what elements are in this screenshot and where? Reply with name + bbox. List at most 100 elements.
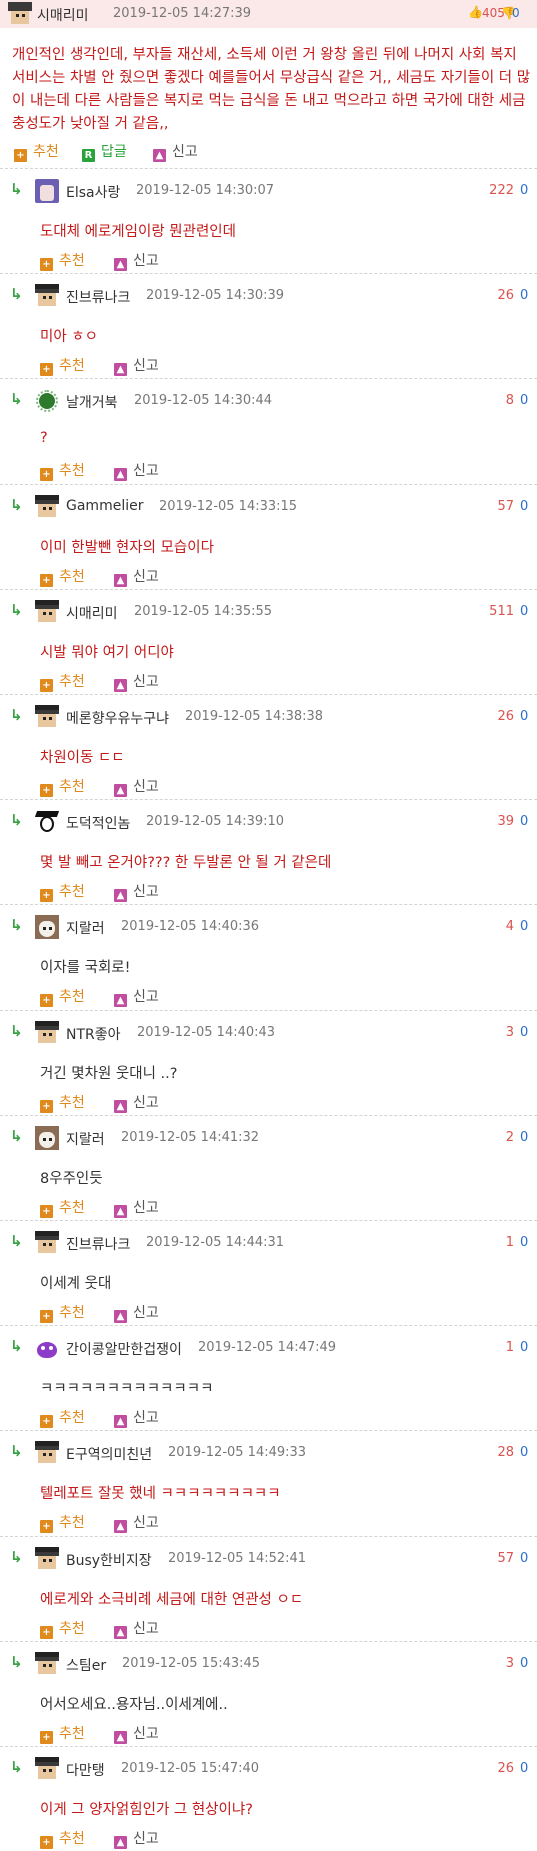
commenter-nickname[interactable]: 지랄러 bbox=[66, 918, 105, 938]
avatar-part bbox=[43, 1453, 46, 1457]
comment-report-button[interactable]: ▲ 신고 bbox=[114, 881, 159, 903]
recommend-button[interactable]: + 추천 bbox=[14, 141, 59, 162]
comment-report-button[interactable]: ▲ 신고 bbox=[114, 355, 159, 377]
commenter-nickname[interactable]: E구역의미친년 bbox=[66, 1444, 152, 1464]
comment-divider bbox=[0, 588, 537, 590]
commenter-avatar[interactable] bbox=[35, 1336, 59, 1360]
report-label: 신고 bbox=[133, 779, 159, 795]
commenter-avatar[interactable] bbox=[35, 1651, 59, 1676]
avatar-eye bbox=[16, 14, 19, 17]
author-nickname[interactable]: 시매리미 bbox=[37, 5, 89, 25]
comment-datetime: 2019-12-05 14:49:33 bbox=[168, 1445, 307, 1461]
commenter-nickname[interactable]: Elsa사랑 bbox=[66, 182, 120, 202]
comment-recommend-button[interactable]: + 추천 bbox=[40, 250, 85, 271]
plus-icon: + bbox=[40, 1730, 53, 1744]
comment-recommend-button[interactable]: + 추천 bbox=[40, 1512, 85, 1534]
comment-report-button[interactable]: ▲ 신고 bbox=[114, 460, 159, 482]
commenter-nickname[interactable]: Busy한비지장 bbox=[66, 1550, 152, 1570]
comment-datetime: 2019-12-05 14:30:39 bbox=[146, 288, 285, 304]
avatar-part bbox=[43, 1137, 46, 1141]
comment-report-button[interactable]: ▲ 신고 bbox=[114, 671, 159, 692]
commenter-avatar[interactable] bbox=[35, 705, 59, 729]
comment-report-button[interactable]: ▲ 신고 bbox=[114, 1197, 159, 1218]
comment-recommend-button[interactable]: + 추천 bbox=[40, 1618, 85, 1639]
report-label: 신고 bbox=[133, 358, 159, 375]
avatar-part bbox=[35, 1651, 59, 1657]
comment-report-button[interactable]: ▲ 신고 bbox=[114, 1512, 159, 1534]
commenter-avatar[interactable] bbox=[35, 389, 59, 413]
comment-recommend-button[interactable]: + 추천 bbox=[40, 776, 85, 797]
commenter-avatar[interactable] bbox=[35, 1231, 59, 1255]
comment-datetime: 2019-12-05 14:30:07 bbox=[136, 183, 275, 198]
comment-report-button[interactable]: ▲ 신고 bbox=[114, 250, 159, 271]
comment-report-button[interactable]: ▲ 신고 bbox=[114, 1302, 159, 1323]
downvote-count: 0 bbox=[512, 6, 520, 20]
commenter-avatar[interactable] bbox=[35, 1546, 59, 1571]
comment-downvote-count: 0 bbox=[520, 1550, 529, 1566]
commenter-nickname[interactable]: 간이콩알만한겁쟁이 bbox=[66, 1339, 182, 1359]
reply-button[interactable]: R 답글 bbox=[82, 141, 127, 162]
commenter-avatar[interactable] bbox=[35, 1125, 59, 1150]
comment-recommend-button[interactable]: + 추천 bbox=[40, 1197, 85, 1218]
comment-text: 이자를 국회로! bbox=[40, 960, 131, 977]
commenter-nickname[interactable]: 진브류나크 bbox=[66, 1234, 130, 1254]
commenter-nickname[interactable]: 시매리미 bbox=[66, 603, 118, 623]
comment-recommend-button[interactable]: + 추천 bbox=[40, 1092, 85, 1113]
commenter-avatar[interactable] bbox=[35, 810, 59, 834]
report-button[interactable]: ▲ 신고 bbox=[153, 141, 198, 162]
comment-downvote-count: 0 bbox=[520, 709, 529, 724]
report-label: 신고 bbox=[133, 673, 159, 690]
comment-recommend-button[interactable]: + 추천 bbox=[40, 1828, 85, 1849]
comment-upvote-count: 8 bbox=[505, 393, 514, 409]
comment-report-button[interactable]: ▲ 신고 bbox=[114, 1407, 159, 1429]
commenter-nickname[interactable]: Gammelier bbox=[66, 498, 143, 514]
commenter-avatar[interactable] bbox=[35, 915, 59, 940]
comment-text: 텔레포트 잘못 했네 ㅋㅋㅋㅋㅋㅋㅋㅋㅋ bbox=[40, 1486, 281, 1503]
commenter-avatar[interactable] bbox=[35, 1441, 59, 1465]
comment-recommend-button[interactable]: + 추천 bbox=[40, 1302, 85, 1323]
commenter-avatar[interactable] bbox=[35, 599, 59, 624]
commenter-nickname[interactable]: 도덕적인놈 bbox=[66, 813, 130, 833]
comment-text: 이게 그 양자얽힘인가 그 현상이냐? bbox=[40, 1802, 253, 1818]
comment-recommend-button[interactable]: + 추천 bbox=[40, 566, 85, 587]
commenter-nickname[interactable]: 날개거북 bbox=[66, 392, 118, 412]
commenter-nickname[interactable]: NTR좋아 bbox=[66, 1024, 121, 1044]
comment-report-button[interactable]: ▲ 신고 bbox=[114, 566, 159, 587]
comment-recommend-button[interactable]: + 추천 bbox=[40, 1407, 85, 1429]
commenter-nickname[interactable]: 스팀er bbox=[66, 1655, 106, 1675]
comment-text: 시발 뭐야 여기 어디야 bbox=[40, 644, 174, 661]
reply-arrow-icon: ↳ bbox=[10, 1126, 23, 1145]
comment-recommend-button[interactable]: + 추천 bbox=[40, 355, 85, 377]
comment-downvote-count: 0 bbox=[520, 498, 529, 514]
author-avatar[interactable] bbox=[8, 2, 32, 26]
avatar-part bbox=[38, 1765, 56, 1779]
comment-recommend-button[interactable]: + 추천 bbox=[40, 881, 85, 903]
commenter-avatar[interactable] bbox=[35, 1757, 59, 1781]
comment-divider bbox=[0, 1640, 537, 1642]
recommend-label: 추천 bbox=[59, 358, 85, 375]
thumbs-up-icon[interactable]: 👍 bbox=[468, 5, 483, 19]
comment-upvote-count: 4 bbox=[505, 919, 514, 935]
commenter-nickname[interactable]: 진브류나크 bbox=[66, 287, 130, 307]
comment-row: ↳ 간이콩알만한겁쟁이 2019-12-05 14:47:49 1 0 ㅋㅋㅋㅋㅋㅋㅋㅋㅋ… bbox=[0, 1325, 537, 1430]
recommend-label: 추천 bbox=[59, 779, 85, 795]
commenter-nickname[interactable]: 메론향우유누구냐 bbox=[66, 708, 169, 728]
comment-report-button[interactable]: ▲ 신고 bbox=[114, 1092, 159, 1113]
comment-report-button[interactable]: ▲ 신고 bbox=[114, 1828, 159, 1849]
commenter-nickname[interactable]: 다만탱 bbox=[66, 1760, 105, 1780]
comment-report-button[interactable]: ▲ 신고 bbox=[114, 986, 159, 1008]
comment-report-button[interactable]: ▲ 신고 bbox=[114, 1723, 159, 1744]
comment-datetime: 2019-12-05 14:44:31 bbox=[146, 1235, 285, 1250]
comment-report-button[interactable]: ▲ 신고 bbox=[114, 1618, 159, 1639]
comment-recommend-button[interactable]: + 추천 bbox=[40, 671, 85, 692]
avatar-part bbox=[39, 921, 55, 938]
commenter-nickname[interactable]: 지랄러 bbox=[66, 1129, 105, 1149]
comment-recommend-button[interactable]: + 추천 bbox=[40, 986, 85, 1008]
commenter-avatar[interactable] bbox=[35, 284, 59, 308]
commenter-avatar[interactable] bbox=[35, 494, 59, 519]
comment-report-button[interactable]: ▲ 신고 bbox=[114, 776, 159, 797]
comment-recommend-button[interactable]: + 추천 bbox=[40, 1723, 85, 1744]
commenter-avatar[interactable] bbox=[35, 179, 59, 203]
comment-recommend-button[interactable]: + 추천 bbox=[40, 460, 85, 482]
commenter-avatar[interactable] bbox=[35, 1020, 59, 1045]
